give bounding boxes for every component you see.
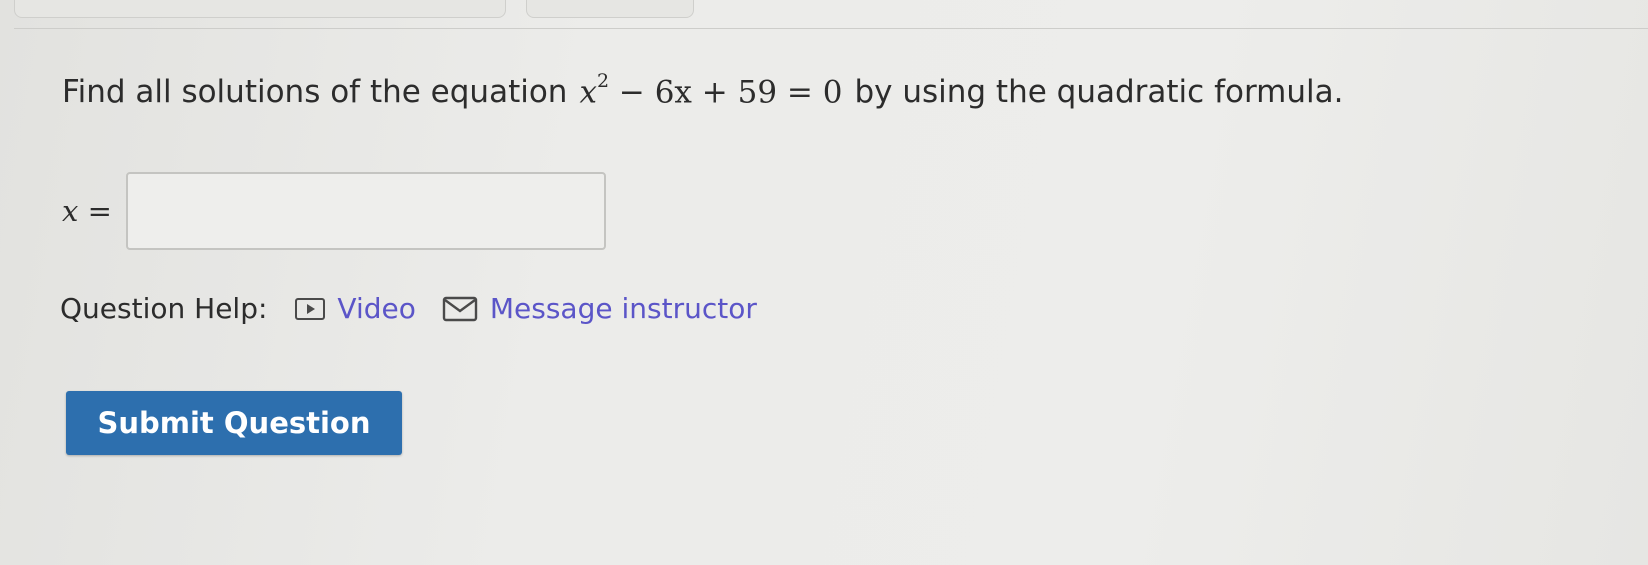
question-help-label: Question Help: [60,292,268,325]
equation-base: x [579,74,597,111]
question-suffix: by using the quadratic formula. [854,74,1344,111]
top-tab-strip [0,0,1648,30]
answer-input[interactable] [125,172,606,250]
question-prefix: Find all solutions of the equation [62,74,568,111]
video-link-label: Video [337,292,416,325]
question-text: Find all solutions of the equation x2 − … [62,70,1344,111]
equation: x2 − 6x + 59 = 0 [579,70,843,111]
question-help: Question Help: Video Message instructor [60,292,783,325]
message-instructor-label: Message instructor [489,292,757,325]
message-instructor-link[interactable]: Message instructor [442,292,757,325]
equation-rest: − 6x + 59 = 0 [609,74,843,111]
top-tab-right[interactable] [526,0,694,18]
page: Find all solutions of the equation x2 − … [0,0,1648,565]
submit-question-button[interactable]: Submit Question [66,391,402,455]
answer-label: x = [62,194,112,228]
video-icon [295,297,326,320]
equation-exponent: 2 [596,70,610,92]
video-link[interactable]: Video [295,292,416,325]
answer-row: x = [62,172,606,250]
mail-icon [442,296,478,321]
top-tab-left[interactable] [14,0,506,18]
top-divider [14,28,1648,29]
